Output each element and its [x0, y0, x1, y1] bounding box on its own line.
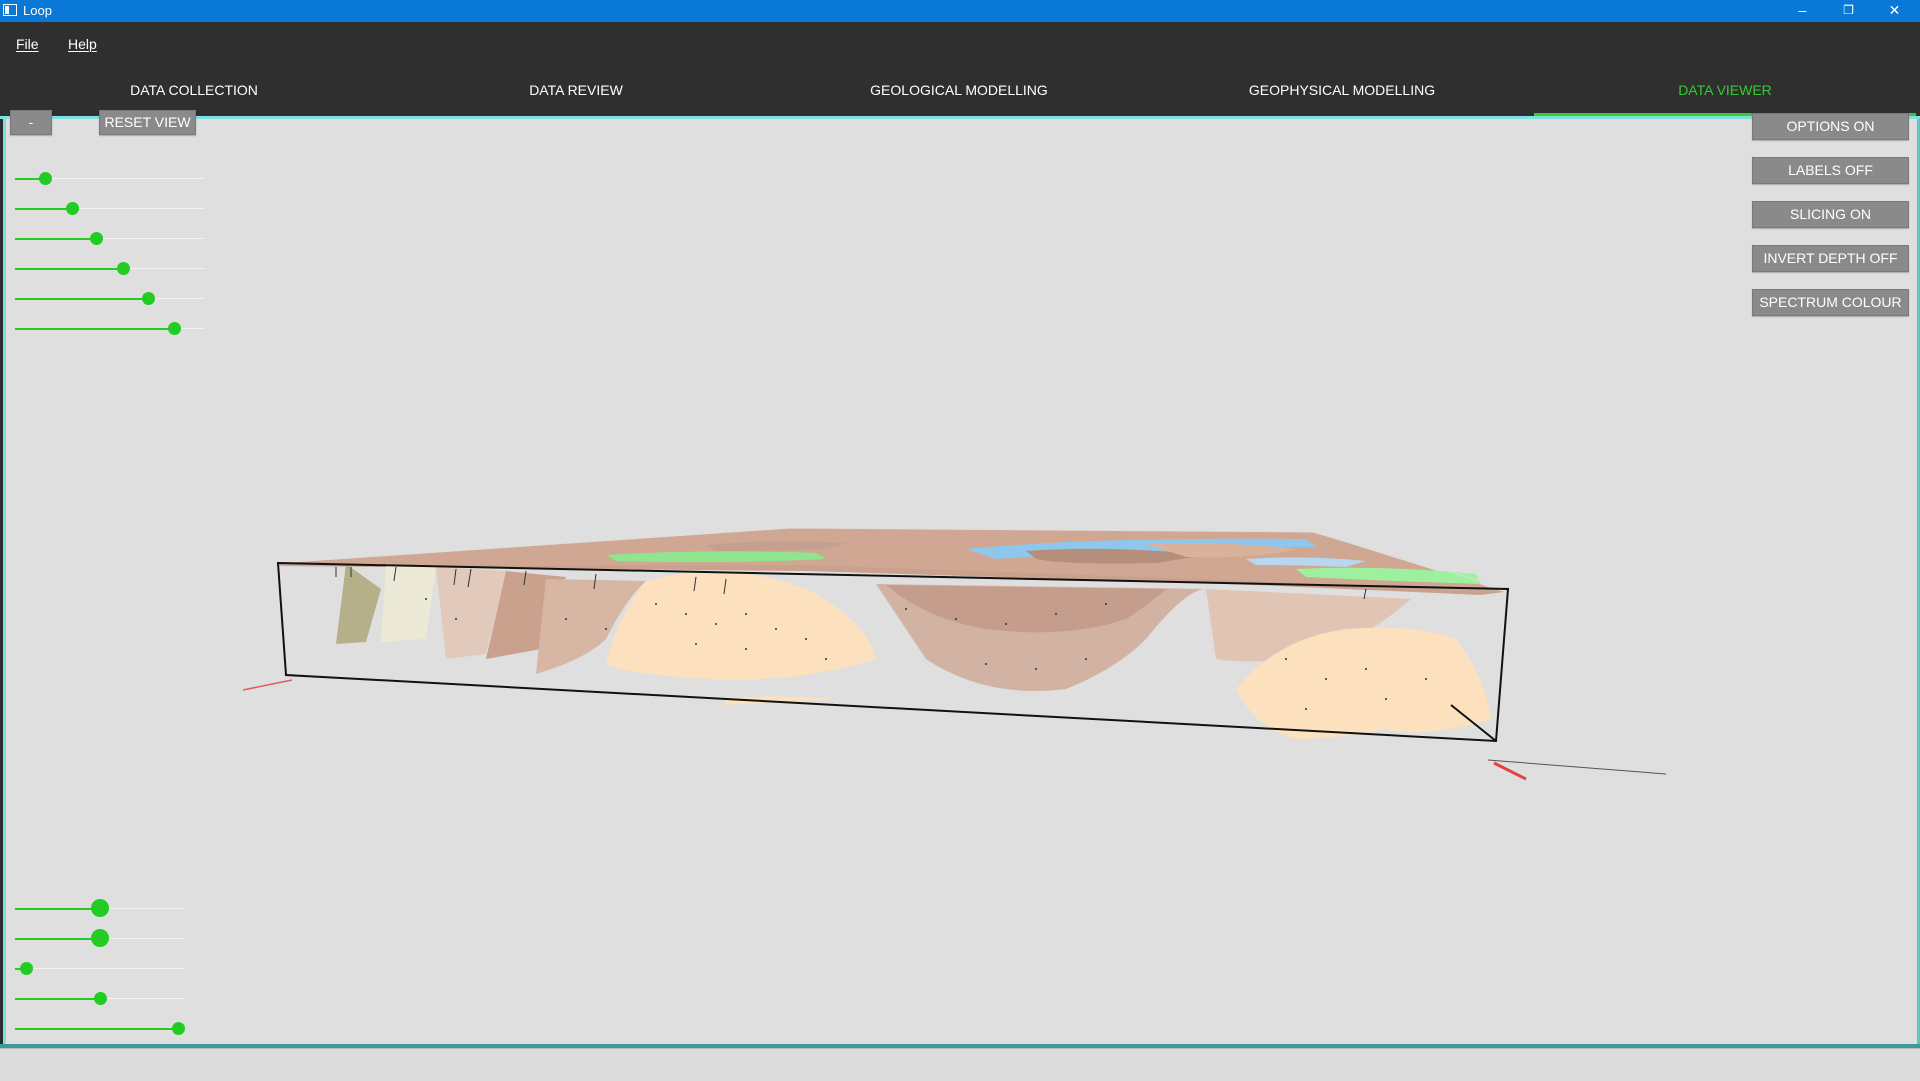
options-toggle-button[interactable]: OPTIONS ON: [1752, 113, 1909, 140]
slicing-toggle-button[interactable]: SLICING ON: [1752, 201, 1909, 228]
window-title: Loop: [23, 3, 52, 18]
close-button[interactable]: ✕: [1872, 0, 1917, 22]
top-slider-2[interactable]: [15, 202, 205, 216]
bottom-slider-4[interactable]: [15, 992, 185, 1006]
bottom-slider-3[interactable]: [15, 962, 185, 976]
x-axis-line: [242, 679, 293, 691]
slider-fill: [15, 998, 100, 1000]
tab-bar: DATA COLLECTION DATA REVIEW GEOLOGICAL M…: [0, 62, 1920, 116]
slider-track: [15, 968, 185, 969]
slider-handle[interactable]: [93, 992, 107, 1005]
collapse-button[interactable]: -: [10, 110, 52, 135]
minimize-button[interactable]: –: [1780, 0, 1825, 22]
menu-bar: File Help: [0, 22, 1920, 62]
invert-depth-toggle-button[interactable]: INVERT DEPTH OFF: [1752, 245, 1909, 272]
status-bar: [0, 1048, 1920, 1081]
slider-handle[interactable]: [141, 292, 155, 305]
dome-west: [606, 571, 876, 680]
slider-fill: [15, 908, 100, 910]
reset-view-button[interactable]: RESET VIEW: [99, 110, 196, 135]
tab-data-review[interactable]: DATA REVIEW: [385, 62, 767, 116]
tab-geophysical-modelling[interactable]: GEOPHYSICAL MODELLING: [1151, 62, 1533, 116]
bottom-slider-5[interactable]: [15, 1022, 185, 1036]
menu-file[interactable]: File: [16, 36, 39, 52]
tab-geological-modelling[interactable]: GEOLOGICAL MODELLING: [768, 62, 1150, 116]
slider-fill: [15, 938, 100, 940]
bottom-slider-1[interactable]: [15, 899, 185, 917]
bottom-slider-2[interactable]: [15, 929, 185, 947]
slider-handle[interactable]: [65, 202, 79, 215]
slider-fill: [15, 238, 97, 240]
slider-handle[interactable]: [91, 899, 109, 917]
slider-fill: [15, 328, 175, 330]
app-icon: [3, 4, 17, 16]
top-slider-4[interactable]: [15, 262, 205, 276]
3d-viewport[interactable]: - RESET VIEW OPTIONS ON LABELS OFF SLICI…: [3, 110, 1920, 1044]
slider-handle[interactable]: [171, 1022, 185, 1035]
top-slider-5[interactable]: [15, 292, 205, 306]
slider-handle[interactable]: [90, 232, 104, 245]
slider-handle[interactable]: [20, 962, 34, 975]
axis-marker-red: [1493, 761, 1527, 781]
slider-fill: [15, 1028, 179, 1030]
strata-olive: [336, 564, 381, 644]
top-slider-6[interactable]: [15, 322, 205, 336]
geological-model-render[interactable]: [6, 119, 1917, 1044]
top-slider-3[interactable]: [15, 232, 205, 246]
slider-fill: [15, 268, 124, 270]
title-bar: Loop – ❐ ✕: [0, 0, 1920, 22]
strata-cream: [381, 564, 436, 642]
top-slider-1[interactable]: [15, 172, 205, 186]
spectrum-colour-button[interactable]: SPECTRUM COLOUR: [1752, 289, 1909, 316]
menu-help[interactable]: Help: [68, 36, 97, 52]
slider-handle[interactable]: [116, 262, 130, 275]
slider-fill: [15, 208, 72, 210]
slider-handle[interactable]: [91, 929, 109, 947]
slider-fill: [15, 298, 148, 300]
tab-data-collection[interactable]: DATA COLLECTION: [3, 62, 385, 116]
slider-handle[interactable]: [168, 322, 182, 335]
tab-data-viewer[interactable]: DATA VIEWER: [1534, 62, 1916, 116]
restore-button[interactable]: ❐: [1826, 0, 1871, 22]
slider-handle[interactable]: [38, 172, 52, 185]
labels-toggle-button[interactable]: LABELS OFF: [1752, 157, 1909, 184]
